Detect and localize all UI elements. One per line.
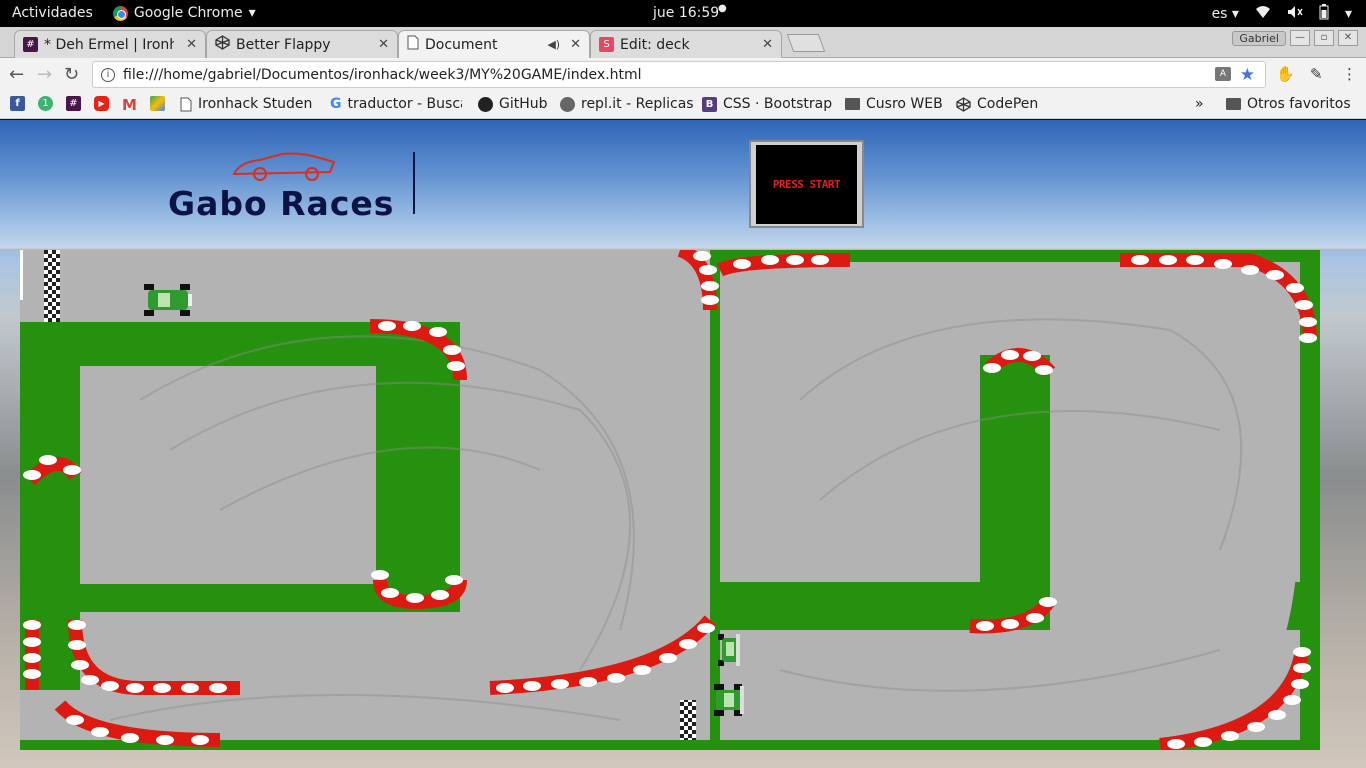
bookmark-label: GitHub <box>499 96 548 112</box>
forward-button[interactable]: → <box>37 64 52 85</box>
document-icon <box>407 35 419 54</box>
back-button[interactable]: ← <box>9 64 24 85</box>
race-car-logo-icon <box>232 152 336 181</box>
chrome-icon <box>112 5 128 21</box>
bookmark-cusro-web[interactable]: Cusro WEB <box>845 96 943 112</box>
wifi-icon[interactable] <box>1255 5 1271 23</box>
bookmark-label: Ironhack Student <box>198 96 312 112</box>
track-right-bottom <box>720 630 1300 740</box>
bookmark-github[interactable]: GitHub <box>478 96 548 112</box>
minimize-button[interactable]: — <box>1290 30 1310 46</box>
bookmark-replit[interactable]: repl.it - Replicas <box>560 96 694 112</box>
translate-icon[interactable]: A <box>1215 67 1231 81</box>
tab-label: * Deh Ermel | Ironh <box>44 36 174 53</box>
browser-toolbar: ← → ↻ i file:///home/gabriel/Documentos/… <box>0 58 1366 91</box>
tab-document[interactable]: Document ◀) ✕ <box>398 30 590 58</box>
finish-line-right <box>680 700 696 740</box>
notification-dot-icon: ● <box>718 3 727 14</box>
github-icon <box>478 96 493 112</box>
start-marker <box>20 250 23 300</box>
bookmark-ironhack[interactable]: Ironhack Student <box>180 96 312 112</box>
infield-right-base <box>720 582 980 630</box>
track-left-inner <box>80 366 376 584</box>
other-bookmarks[interactable]: Otros favoritos <box>1226 96 1351 112</box>
close-window-button[interactable]: ✕ <box>1338 30 1358 46</box>
tab-label: Better Flappy <box>236 36 331 53</box>
battery-icon[interactable] <box>1319 4 1329 24</box>
folder-icon <box>845 98 860 110</box>
language-indicator[interactable]: es ▾ <box>1212 6 1239 22</box>
counter-icon[interactable]: 1 <box>38 96 53 111</box>
slides-icon: S <box>599 37 614 52</box>
bookmark-label: Cusro WEB <box>866 96 943 112</box>
finish-line-left <box>44 250 60 322</box>
system-top-bar: Actividades Google Chrome ▾ jue 16:59 ● … <box>0 0 1366 27</box>
grass-divider <box>710 250 720 750</box>
close-icon[interactable]: ✕ <box>570 37 581 52</box>
bookmarks-bar: f 1 # ▶ M Ironhack Student G traductor -… <box>0 91 1366 119</box>
document-icon <box>180 97 192 111</box>
tab-label: Edit: deck <box>620 36 690 53</box>
folder-icon <box>1226 98 1241 110</box>
activities-button[interactable]: Actividades <box>12 5 93 21</box>
tab-slack[interactable]: # * Deh Ermel | Ironh ✕ <box>14 30 206 58</box>
page-content: Gabo Races PRESS START <box>0 120 1366 768</box>
app-name: Google Chrome <box>133 5 243 21</box>
app-menu[interactable]: Google Chrome ▾ <box>112 5 256 21</box>
bookmark-label: CodePen <box>977 96 1039 112</box>
bookmark-label: repl.it - Replicas <box>581 96 694 112</box>
bookmark-bootstrap[interactable]: B CSS · Bootstrap <box>702 96 832 112</box>
language-label: es <box>1211 6 1228 22</box>
bookmark-traductor[interactable]: G traductor - Busca <box>330 96 462 112</box>
bookmark-codepen[interactable]: CodePen <box>956 96 1038 112</box>
address-bar[interactable]: i file:///home/gabriel/Documentos/ironha… <box>92 61 1266 88</box>
reload-button[interactable]: ↻ <box>64 64 79 85</box>
bookmark-label: traductor - Busca <box>347 96 462 112</box>
more-bookmarks-chevron-icon[interactable]: » <box>1195 96 1204 112</box>
bookmark-label: Otros favoritos <box>1247 96 1351 112</box>
menu-icon[interactable]: ⋮ <box>1342 65 1357 83</box>
extension-icon[interactable]: ✋ <box>1276 65 1295 83</box>
close-icon[interactable]: ✕ <box>186 37 197 52</box>
window-controls: Gabriel — ▫ ✕ <box>1232 30 1358 46</box>
audio-playing-icon[interactable]: ◀) <box>547 38 560 51</box>
tab-label: Document <box>425 36 498 53</box>
codepen-icon <box>956 96 971 112</box>
game-header: Gabo Races PRESS START <box>0 120 1366 249</box>
tab-edit-deck[interactable]: S Edit: deck ✕ <box>590 30 782 58</box>
race-track-canvas[interactable] <box>20 250 1320 750</box>
maps-icon[interactable] <box>150 96 165 111</box>
facebook-icon[interactable]: f <box>10 96 25 111</box>
info-icon[interactable]: i <box>101 67 115 82</box>
bookmark-star-icon[interactable]: ★ <box>1240 65 1255 85</box>
youtube-icon[interactable]: ▶ <box>94 96 109 111</box>
game-title: Gabo Races <box>168 184 395 223</box>
bootstrap-icon: B <box>702 96 717 112</box>
slack-icon: # <box>23 37 38 52</box>
press-start-label: PRESS START <box>756 144 857 224</box>
game-logo: Gabo Races <box>168 150 408 223</box>
codepen-icon <box>215 35 230 54</box>
clock[interactable]: jue 16:59 <box>653 5 719 21</box>
infield-right-pillar <box>980 355 1050 625</box>
close-icon[interactable]: ✕ <box>378 37 389 52</box>
bookmark-label: CSS · Bootstrap <box>723 96 833 112</box>
tab-better-flappy[interactable]: Better Flappy ✕ <box>206 30 398 58</box>
close-icon[interactable]: ✕ <box>762 37 773 52</box>
divider <box>413 152 415 214</box>
google-icon: G <box>330 96 342 112</box>
tab-strip: # * Deh Ermel | Ironh ✕ Better Flappy ✕ … <box>0 27 1366 58</box>
slack-icon[interactable]: # <box>66 96 81 111</box>
chevron-down-icon[interactable]: ▾ <box>1345 6 1352 22</box>
gmail-icon[interactable]: M <box>122 96 137 114</box>
new-tab-button[interactable] <box>786 34 826 52</box>
profile-button[interactable]: Gabriel <box>1232 30 1286 46</box>
url-text: file:///home/gabriel/Documentos/ironhack… <box>123 66 642 83</box>
eyedropper-icon[interactable]: ✎ <box>1310 65 1323 83</box>
replit-icon <box>560 96 575 112</box>
press-start-button[interactable]: PRESS START <box>749 140 864 228</box>
volume-muted-icon[interactable] <box>1287 5 1303 23</box>
chevron-down-icon: ▾ <box>248 5 256 21</box>
maximize-button[interactable]: ▫ <box>1314 30 1334 46</box>
